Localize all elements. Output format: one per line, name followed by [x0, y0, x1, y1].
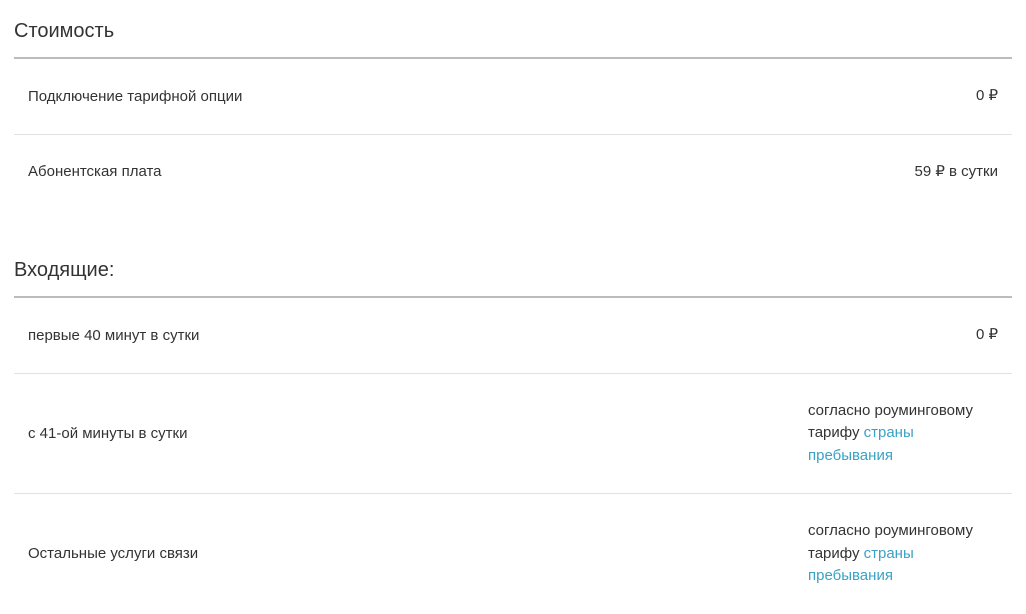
row-value: 0 ₽: [976, 85, 998, 108]
row-label: первые 40 минут в сутки: [28, 327, 976, 344]
row-label: Остальные услуги связи: [28, 545, 808, 562]
row-label: с 41-ой минуты в сутки: [28, 425, 808, 442]
section-title-cost: Стоимость: [14, 0, 1012, 59]
row-value: 0 ₽: [976, 324, 998, 347]
table-row: Абонентская плата 59 ₽ в сутки: [14, 135, 1012, 210]
table-row: первые 40 минут в сутки 0 ₽: [14, 298, 1012, 374]
incoming-section: Входящие: первые 40 минут в сутки 0 ₽ с …: [0, 239, 1026, 614]
pricing-section: Стоимость Подключение тарифной опции 0 ₽…: [0, 0, 1026, 209]
row-value: 59 ₽ в сутки: [914, 161, 998, 184]
row-label: Абонентская плата: [28, 163, 914, 180]
row-label: Подключение тарифной опции: [28, 88, 976, 105]
row-value: согласно роуминговому тарифу страны преб…: [808, 400, 998, 468]
table-row: с 41-ой минуты в сутки согласно роуминго…: [14, 374, 1012, 495]
section-title-incoming: Входящие:: [14, 239, 1012, 298]
row-value: согласно роуминговому тарифу страны преб…: [808, 520, 998, 588]
table-row: Подключение тарифной опции 0 ₽: [14, 59, 1012, 135]
table-row: Остальные услуги связи согласно роуминго…: [14, 494, 1012, 614]
